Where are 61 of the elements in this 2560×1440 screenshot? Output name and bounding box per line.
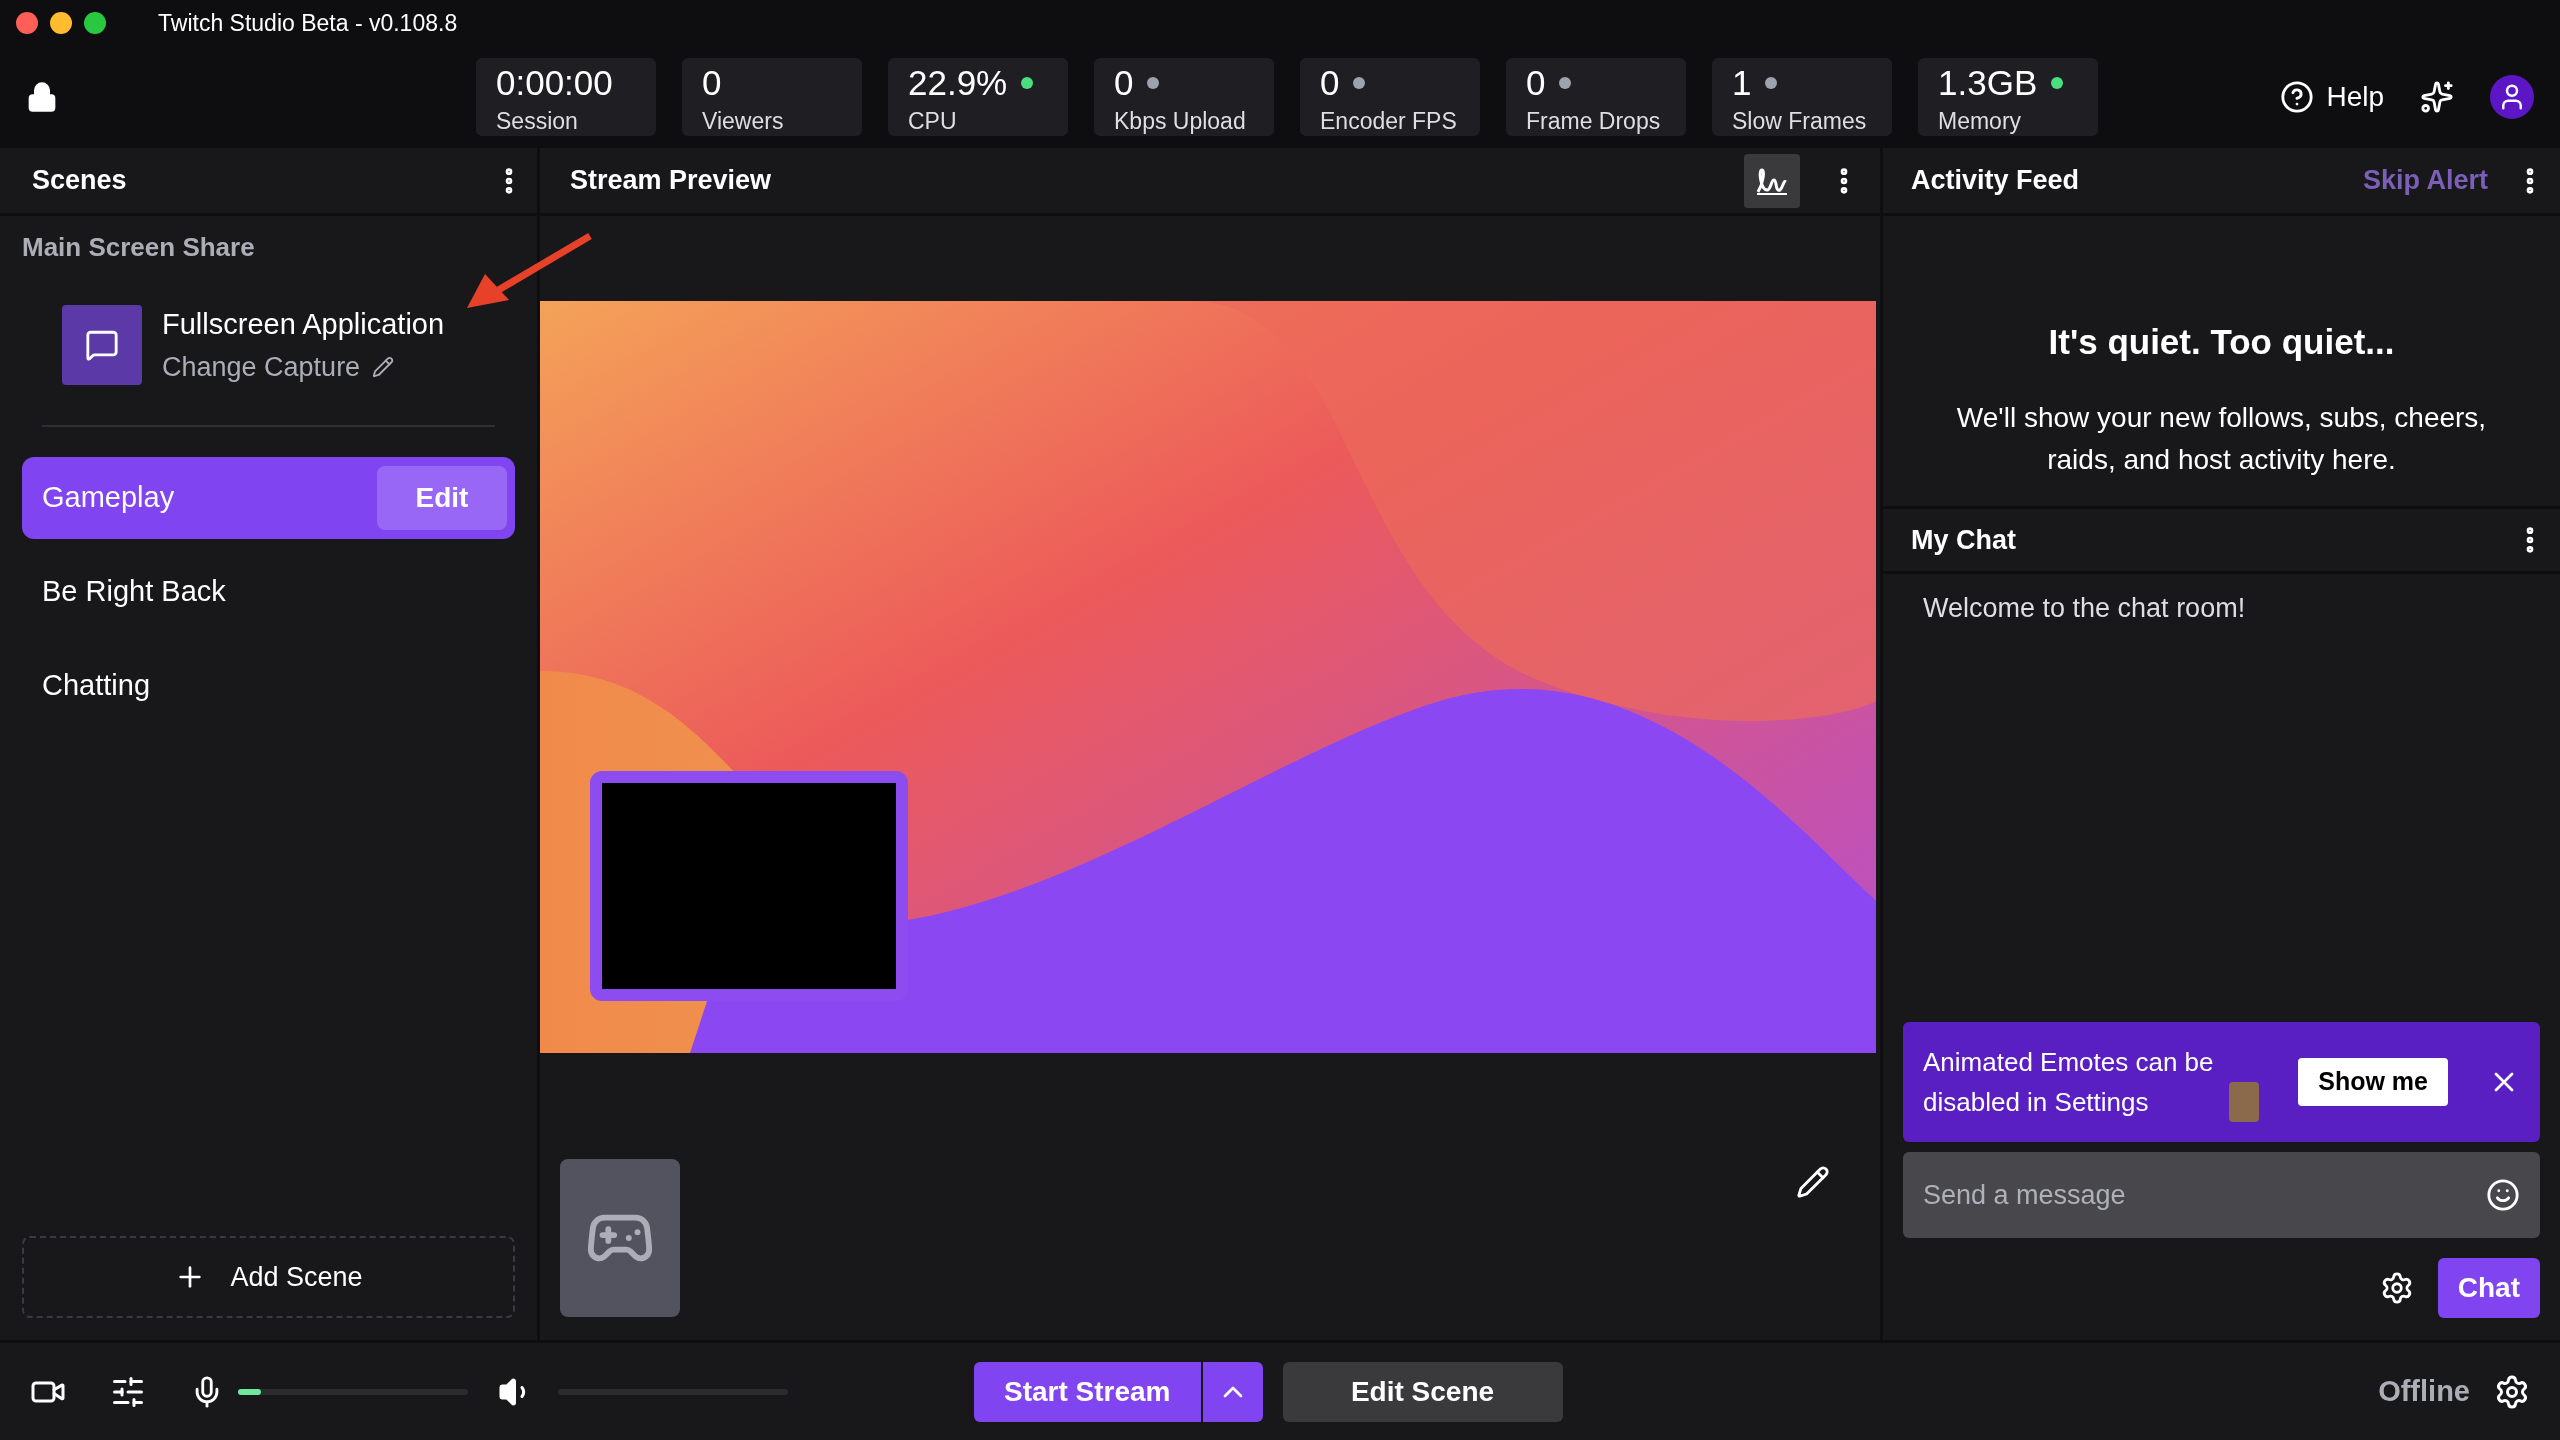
edit-button[interactable]: Edit bbox=[377, 466, 507, 530]
help-button[interactable]: Help bbox=[2280, 76, 2384, 118]
stream-status: Offline bbox=[2378, 1373, 2470, 1409]
stat-label: CPU bbox=[908, 107, 958, 136]
pencil-icon bbox=[372, 355, 395, 378]
stat-label: Slow Frames bbox=[1732, 107, 1868, 136]
panel-title: Stream Preview bbox=[570, 164, 772, 198]
notice-text: Animated Emotes can be disabled in Settings bbox=[1923, 1046, 2215, 1119]
add-scene-button[interactable]: Add Scene bbox=[22, 1236, 515, 1318]
scene-group-title: Main Screen Share bbox=[22, 231, 256, 264]
emoji-icon[interactable] bbox=[2486, 1178, 2520, 1212]
stream-options-button[interactable] bbox=[1202, 1361, 1263, 1422]
stat-value: 1 bbox=[1732, 62, 1752, 104]
stat-label: Memory bbox=[1938, 107, 2023, 136]
show-me-button[interactable]: Show me bbox=[2298, 1058, 2448, 1106]
stat-label: Frame Drops bbox=[1526, 107, 1662, 136]
minimize-window-button[interactable] bbox=[50, 12, 72, 34]
scene-name: Gameplay bbox=[42, 480, 175, 516]
edit-icon[interactable] bbox=[1796, 1165, 1830, 1199]
stat-label: Encoder FPS bbox=[1320, 107, 1458, 136]
chat-button[interactable]: Chat bbox=[2437, 1258, 2540, 1318]
stat-value: 1.3GB bbox=[1938, 62, 2038, 104]
zoom-window-button[interactable] bbox=[84, 12, 106, 34]
sparkle-icon[interactable] bbox=[2420, 80, 2454, 114]
message-field[interactable]: Send a message bbox=[1903, 1152, 2540, 1238]
chat-bubble-icon bbox=[85, 328, 119, 362]
stat-label: Kbps Upload bbox=[1114, 107, 1247, 136]
panel-title: Activity Feed bbox=[1911, 164, 2080, 198]
capture-title: Fullscreen Application bbox=[162, 307, 445, 342]
mic-volume-slider[interactable] bbox=[238, 1388, 468, 1395]
stat-value: 0 bbox=[702, 62, 722, 104]
change-capture-link[interactable]: Change Capture bbox=[162, 346, 445, 387]
close-window-button[interactable] bbox=[16, 12, 38, 34]
stat-label: Session bbox=[496, 107, 579, 136]
scene-item[interactable]: Gameplay Edit bbox=[22, 457, 515, 539]
empty-state-text: We'll show your new follows, subs, cheers, raids, and host activity here. bbox=[1955, 400, 2488, 477]
window-title: Twitch Studio Beta - v0.108.8 bbox=[158, 8, 458, 38]
empty-state-title: It's quiet. Too quiet... bbox=[2048, 321, 2395, 363]
scene-item[interactable]: Be Right Back bbox=[22, 551, 515, 633]
help-icon bbox=[2280, 80, 2315, 114]
stat-label: Viewers bbox=[702, 107, 785, 136]
settings-icon[interactable] bbox=[2494, 1373, 2530, 1410]
start-stream-button[interactable]: Start Stream bbox=[974, 1361, 1201, 1422]
stat-value: 0 bbox=[1114, 62, 1134, 104]
scene-item[interactable]: Chatting bbox=[22, 645, 515, 727]
scene-name: Be Right Back bbox=[42, 574, 226, 610]
scene-name: Chatting bbox=[42, 668, 150, 704]
panel-title: Scenes bbox=[32, 164, 127, 198]
emote-placeholder bbox=[2229, 1082, 2259, 1122]
scene-thumbnail[interactable] bbox=[560, 1159, 680, 1317]
stat-value: 22.9% bbox=[908, 62, 1008, 104]
edit-scene-button[interactable]: Edit Scene bbox=[1282, 1361, 1563, 1422]
stat-value: 0:00:00 bbox=[496, 62, 613, 104]
lock-icon[interactable] bbox=[26, 81, 58, 113]
panel-title: My Chat bbox=[1911, 523, 2016, 557]
avatar-button[interactable] bbox=[2490, 75, 2534, 119]
signature-button[interactable] bbox=[1744, 153, 1800, 208]
stat-value: 0 bbox=[1320, 62, 1340, 104]
chat-message: Welcome to the chat room! bbox=[1922, 592, 2247, 625]
skip-alert-button[interactable]: Skip Alert bbox=[2362, 160, 2488, 201]
stat-value: 0 bbox=[1526, 62, 1546, 104]
